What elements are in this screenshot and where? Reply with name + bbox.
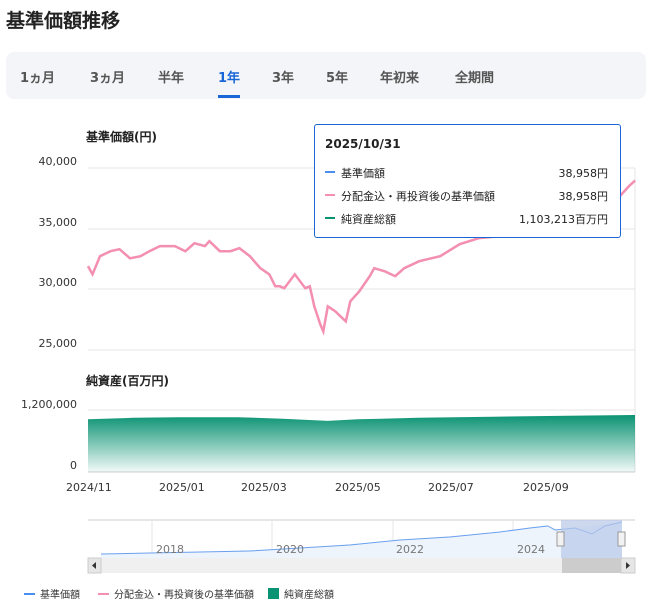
tooltip-date: 2025/10/31 [325,137,401,151]
navigator-handle-left[interactable] [556,531,565,547]
chart-svg [86,167,636,574]
navigator-handle-right[interactable] [617,531,626,547]
legend-nav[interactable]: 基準価額 [24,586,80,601]
legend-assets[interactable]: 純資産総額 [268,586,334,601]
nav-year: 2024 [517,543,545,556]
nav-year: 2022 [396,543,424,556]
tooltip-value: 1,103,213百万円 [519,213,608,226]
tooltip: 2025/10/31 基準価額 38,958円 分配金込・再投資後の基準価額 38,… [314,124,621,238]
nav-year: 2018 [156,543,184,556]
tooltip-value: 38,958円 [558,190,609,203]
tooltip-label: 分配金込・再投資後の基準価額 [341,190,495,203]
tooltip-label: 純資産総額 [341,213,396,226]
net-assets-area [88,415,635,472]
tooltip-label: 基準価額 [341,167,385,180]
nav-year: 2020 [276,543,304,556]
scrollbar[interactable] [88,558,635,573]
scrollbar-thumb[interactable] [562,558,621,573]
navigator-range[interactable] [561,520,622,558]
tooltip-value: 38,958円 [558,167,609,180]
legend-reinvested[interactable]: 分配金込・再投資後の基準価額 [98,586,254,601]
